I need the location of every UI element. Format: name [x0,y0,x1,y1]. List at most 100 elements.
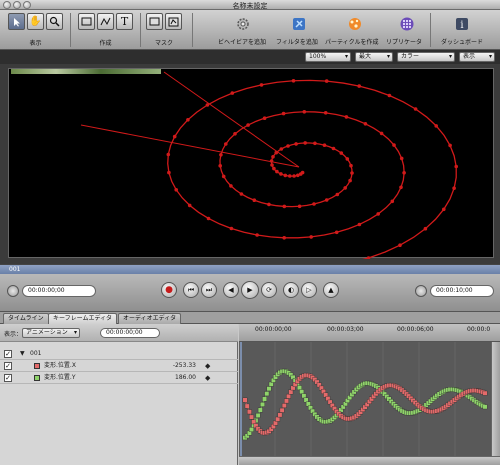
path-control-point[interactable] [230,91,235,95]
rectangle-tool-button[interactable] [78,13,95,30]
path-control-point[interactable] [363,122,368,126]
path-control-point[interactable] [357,222,362,227]
bezier-mask-button[interactable] [165,13,182,30]
keyframe-timecode-field[interactable]: 00:00:00;00 [100,328,160,338]
x-curve-keyframe[interactable] [284,398,289,404]
path-control-point[interactable] [221,174,226,179]
path-control-point[interactable] [294,142,298,146]
x-curve-keyframe[interactable] [277,412,283,418]
path-control-point[interactable] [309,235,314,239]
path-control-point[interactable] [303,141,308,145]
go-to-start-button[interactable]: ⏮ [183,282,199,298]
mini-timeline[interactable]: 001 [0,264,500,274]
disclosure-triangle-icon[interactable]: ▼ [20,348,25,359]
audio-mute-button[interactable]: ◐ [283,282,299,298]
go-to-end-button[interactable]: ⏭ [201,282,217,298]
y-curve-keyframe[interactable] [260,402,265,407]
path-control-point[interactable] [252,198,257,202]
zoom-level-dropdown[interactable]: 100% ▾ [305,52,351,62]
y-curve-keyframe[interactable] [264,391,270,397]
path-control-point[interactable] [233,132,237,136]
param-value-y[interactable]: 186.00 [160,372,196,383]
add-behavior-button[interactable] [233,14,253,34]
path-control-point[interactable] [239,192,244,196]
keyframe-diamond-icon[interactable]: ◆ [205,373,210,384]
y-curve-keyframe[interactable] [249,427,254,432]
path-control-point[interactable] [324,198,329,202]
path-control-point[interactable] [423,226,428,231]
path-control-point[interactable] [279,172,283,176]
path-control-point[interactable] [448,143,452,148]
param-x-checkbox[interactable]: ✓ [4,362,12,370]
path-control-point[interactable] [335,192,340,197]
horizontal-scrollbar[interactable] [239,456,500,465]
quality-dropdown[interactable]: 最大 ▾ [355,52,393,62]
path-control-point[interactable] [339,151,344,155]
path-control-point[interactable] [246,123,250,127]
object-row[interactable]: ✓ ▼ 001 [0,348,238,360]
path-control-point[interactable] [186,118,190,122]
x-curve-keyframe[interactable] [482,390,488,396]
path-control-point[interactable] [324,79,329,83]
text-tool-button[interactable]: T [116,13,133,30]
path-control-point[interactable] [366,256,371,259]
path-control-point[interactable] [350,171,354,175]
y-curve-keyframe[interactable] [266,386,272,392]
path-control-point[interactable] [349,163,353,168]
loop-button[interactable]: ⟳ [261,282,277,298]
path-control-point[interactable] [167,170,171,175]
y-curve-keyframe[interactable] [303,397,309,403]
y-curve-keyframe[interactable] [301,393,307,399]
x-curve-keyframe[interactable] [279,407,285,413]
path-control-point[interactable] [344,115,349,119]
path-control-point[interactable] [288,174,292,178]
path-control-point[interactable] [262,116,267,120]
x-curve-keyframe[interactable] [275,416,281,422]
y-curve-keyframe[interactable] [255,412,261,418]
path-control-point[interactable] [292,174,296,178]
play-reverse-button[interactable]: ◀ [223,282,239,298]
path-control-point[interactable] [282,236,287,240]
y-curve-keyframe[interactable] [257,407,263,413]
keyframe-diamond-icon[interactable]: ◆ [205,361,210,372]
path-control-point[interactable] [296,173,300,178]
path-control-point[interactable] [312,202,316,206]
path-control-point[interactable] [398,243,402,247]
path-control-point[interactable] [172,134,177,139]
rectangle-mask-button[interactable] [146,13,163,30]
path-control-point[interactable] [229,226,234,231]
path-control-point[interactable] [224,142,228,146]
path-control-point[interactable] [413,107,418,111]
make-particles-button[interactable] [345,14,365,34]
path-control-point[interactable] [343,186,348,190]
zoom-tool-button[interactable] [46,13,63,30]
canvas[interactable] [8,68,494,259]
path-control-point[interactable] [376,212,381,216]
path-control-point[interactable] [302,110,307,114]
x-curve-keyframe[interactable] [244,403,250,409]
path-control-point[interactable] [282,204,287,209]
current-timecode-field[interactable]: 00:00:00;00 [22,285,96,297]
path-control-point[interactable] [255,233,259,237]
tab-keyframe-editor[interactable]: キーフレームエディタ [48,313,118,324]
param-row-position-x[interactable]: ✓ 変形.位置.X -253.33 ◆ [0,360,238,372]
path-control-point[interactable] [174,188,178,192]
path-control-point[interactable] [259,83,264,87]
path-control-point[interactable] [348,178,352,183]
x-curve-keyframe[interactable] [242,397,248,403]
path-control-point[interactable] [286,144,290,148]
y-curve-keyframe[interactable] [297,385,302,391]
path-segment-line[interactable] [80,124,300,168]
path-segment-line[interactable] [163,71,300,168]
path-control-point[interactable] [283,173,288,178]
record-button[interactable]: ● [161,282,177,298]
path-control-point[interactable] [313,141,317,146]
view-options-dropdown[interactable]: 表示 ▾ [459,52,495,62]
select-tool-button[interactable] [8,13,25,30]
path-control-point[interactable] [267,202,271,207]
play-button[interactable]: ▶ [241,281,259,299]
path-control-point[interactable] [452,186,456,190]
tab-audio-editor[interactable]: オーディオエディタ [118,313,182,324]
path-control-point[interactable] [275,169,279,174]
tab-timeline[interactable]: タイムライン [3,313,49,324]
